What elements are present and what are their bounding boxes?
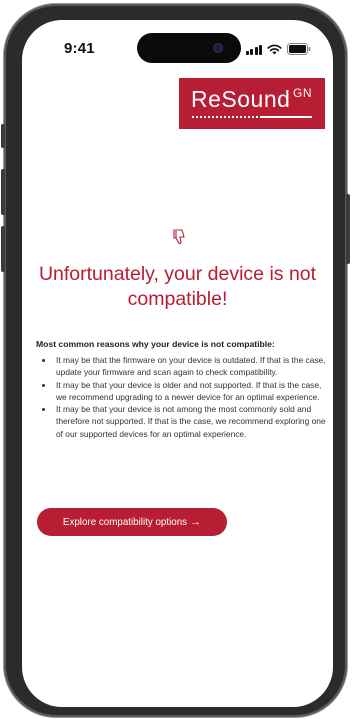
resound-logo: ReSound GN [179, 78, 325, 129]
reason-item-uncommon-device: It may be that your device is not among … [54, 403, 332, 440]
wifi-icon [267, 44, 282, 55]
battery-icon [287, 43, 311, 55]
arrow-right-icon: → [190, 515, 202, 528]
thumbs-down-icon [171, 228, 187, 251]
screen: 9:41 ReSound GN Unfortunately, your devi… [22, 20, 333, 707]
volume-down-button [1, 226, 5, 272]
dynamic-island [137, 33, 241, 63]
reasons-list: It may be that the firmware on your devi… [44, 354, 332, 440]
incompatible-headline: Unfortunately, your device is not compat… [38, 263, 317, 310]
reasons-heading: Most common reasons why your device is n… [36, 339, 275, 349]
explore-compatibility-button[interactable]: Explore compatibility options → [37, 508, 227, 536]
cellular-signal-icon [245, 44, 262, 55]
status-bar: 9:41 [22, 20, 333, 76]
mute-switch [1, 124, 5, 148]
status-time: 9:41 [64, 40, 95, 57]
front-camera-icon [213, 43, 223, 53]
brand-sub: GN [293, 86, 312, 100]
reason-item-older-device: It may be that your device is older and … [54, 379, 332, 404]
logo-solid-line [260, 116, 312, 118]
brand-name: ReSound [191, 86, 291, 112]
reason-item-firmware: It may be that the firmware on your devi… [54, 354, 332, 379]
volume-up-button [1, 169, 5, 215]
power-button [346, 194, 350, 264]
phone-frame: 9:41 ReSound GN Unfortunately, your devi… [1, 4, 350, 717]
status-icons [245, 43, 312, 55]
explore-compatibility-label: Explore compatibility options [62, 516, 188, 528]
logo-dotted-line [192, 116, 258, 118]
